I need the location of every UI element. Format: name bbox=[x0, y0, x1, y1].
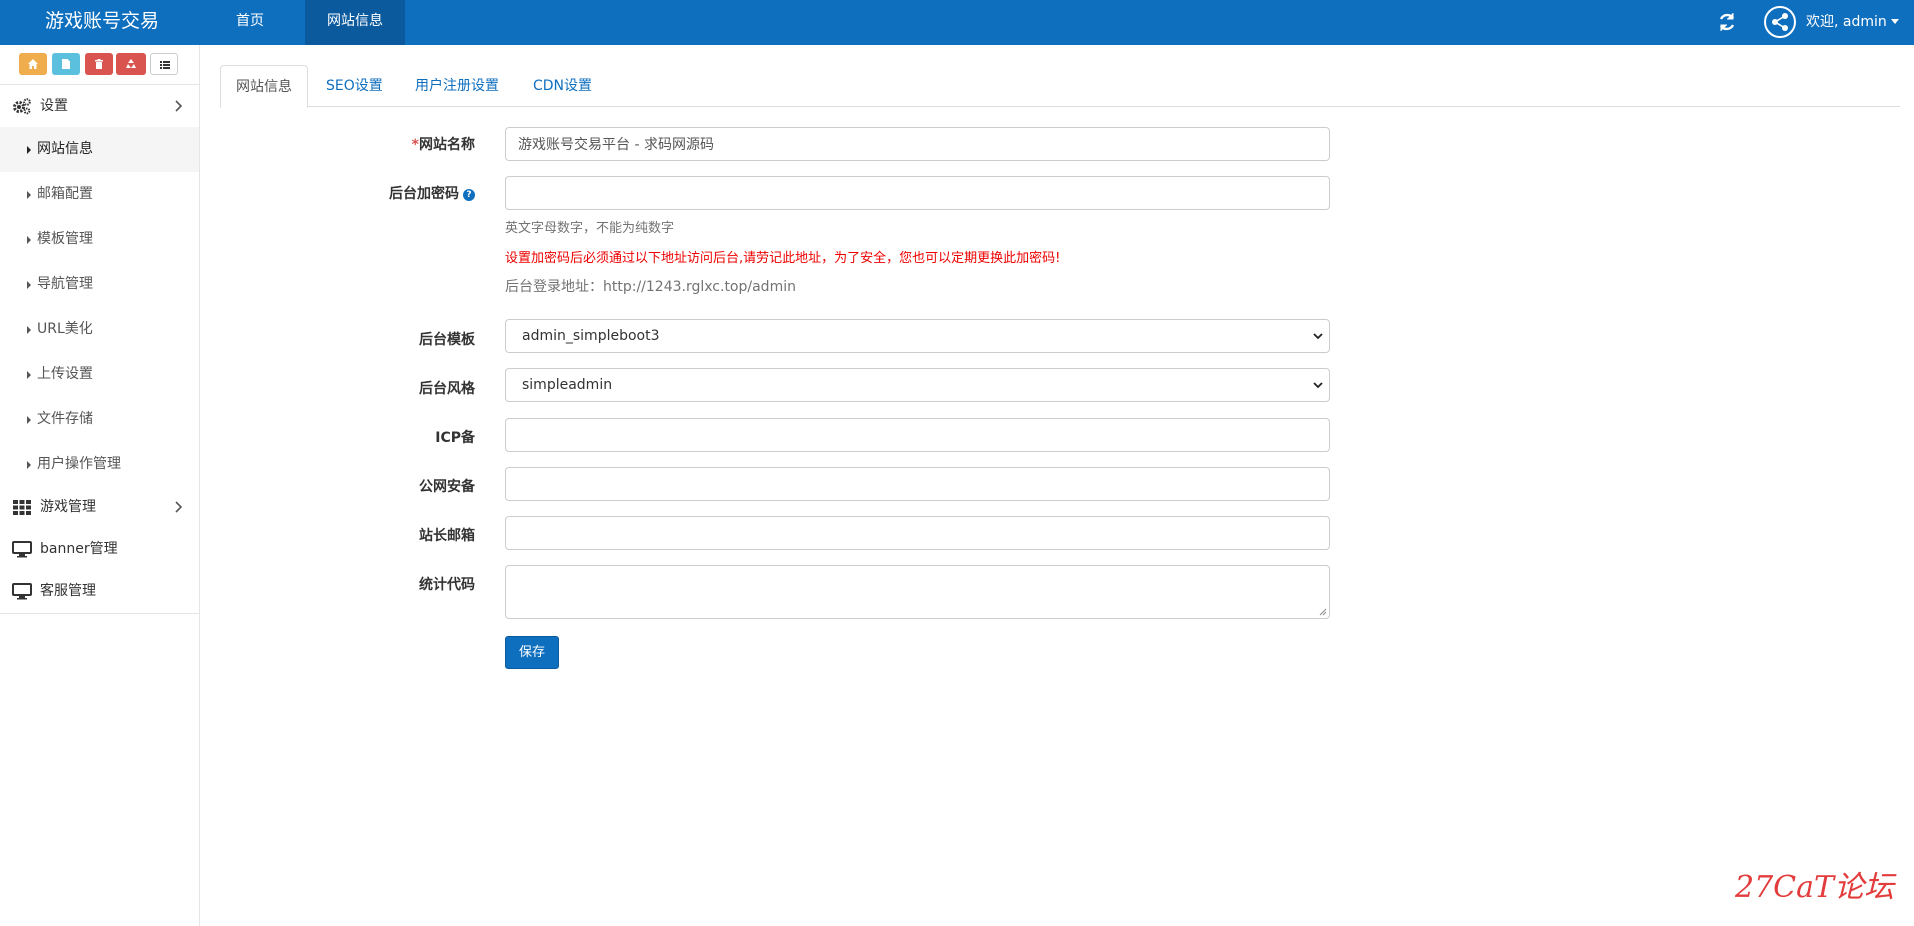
icp-input[interactable] bbox=[505, 418, 1330, 452]
shortcut-list-button[interactable] bbox=[150, 53, 178, 75]
tab-site-info[interactable]: 网站信息 bbox=[220, 65, 308, 108]
tab-bar: 网站信息 SEO设置 用户注册设置 CDN设置 bbox=[220, 65, 1900, 108]
admin-theme-value: admin_simpleboot3 bbox=[522, 328, 660, 344]
tab-user-register[interactable]: 用户注册设置 bbox=[400, 65, 514, 107]
share-network-icon bbox=[1772, 13, 1788, 31]
admin-password-label: 后台加密码? bbox=[389, 183, 475, 203]
shortcut-trash-button[interactable] bbox=[85, 53, 113, 75]
sidebar-group-service[interactable]: 客服管理 bbox=[0, 571, 199, 611]
admin-password-label-text: 后台加密码 bbox=[389, 186, 459, 202]
sidebar-item-url-rewrite[interactable]: URL美化 bbox=[0, 307, 199, 352]
caret-right-icon bbox=[27, 281, 31, 289]
sidebar-group-label: 游戏管理 bbox=[40, 499, 96, 515]
shortcut-recycle-button[interactable] bbox=[116, 53, 146, 75]
password-warning-text: 设置加密码后必须通过以下地址访问后台,请劳记此地址，为了安全，您也可以定期更换此… bbox=[505, 251, 1061, 266]
refresh-icon[interactable] bbox=[1715, 10, 1739, 34]
chevron-right-icon bbox=[175, 501, 183, 513]
caret-right-icon bbox=[27, 191, 31, 199]
caret-right-icon bbox=[27, 461, 31, 469]
sidebar-item-label: 网站信息 bbox=[37, 141, 93, 157]
save-button[interactable]: 保存 bbox=[505, 636, 559, 669]
list-icon bbox=[160, 61, 170, 69]
admin-password-input[interactable] bbox=[505, 176, 1330, 210]
police-record-input[interactable] bbox=[505, 467, 1330, 501]
icp-label: ICP备 bbox=[435, 430, 475, 446]
cogs-icon bbox=[13, 98, 31, 115]
welcome-text: 欢迎, admin bbox=[1806, 14, 1887, 30]
police-record-label: 公网安备 bbox=[419, 479, 475, 495]
sidebar-item-mail-config[interactable]: 邮箱配置 bbox=[0, 172, 199, 217]
sidebar-item-upload[interactable]: 上传设置 bbox=[0, 352, 199, 397]
avatar[interactable] bbox=[1764, 6, 1796, 38]
sidebar-item-site-info[interactable]: 网站信息 bbox=[0, 127, 199, 172]
sidebar-item-storage[interactable]: 文件存储 bbox=[0, 397, 199, 442]
file-icon bbox=[62, 59, 70, 69]
sidebar-item-label: 文件存储 bbox=[37, 411, 93, 427]
password-help-text: 英文字母数字，不能为纯数字 bbox=[505, 221, 675, 236]
sidebar-item-label: 用户操作管理 bbox=[37, 456, 121, 472]
shortcut-home-button[interactable] bbox=[19, 53, 47, 75]
admin-style-label: 后台风格 bbox=[419, 381, 475, 397]
stats-code-label: 统计代码 bbox=[419, 577, 475, 593]
sidebar-group-banner[interactable]: banner管理 bbox=[0, 529, 199, 569]
tab-seo[interactable]: SEO设置 bbox=[311, 65, 398, 107]
home-icon bbox=[28, 59, 38, 69]
caret-right-icon bbox=[27, 146, 31, 154]
brand-title[interactable]: 游戏账号交易 bbox=[45, 0, 159, 45]
admin-login-url: 后台登录地址：http://1243.rglxc.top/admin bbox=[505, 279, 796, 295]
sidebar-group-label: 设置 bbox=[40, 98, 68, 114]
sidebar-group-label: 客服管理 bbox=[40, 583, 96, 599]
user-menu[interactable]: 欢迎, admin bbox=[1806, 0, 1899, 45]
admin-theme-select[interactable]: admin_simpleboot3 bbox=[505, 319, 1330, 353]
sidebar-item-label: URL美化 bbox=[37, 321, 93, 337]
sidebar-group-games[interactable]: 游戏管理 bbox=[0, 487, 199, 527]
chevron-down-icon bbox=[1313, 333, 1323, 340]
sidebar-group-label: banner管理 bbox=[40, 541, 118, 557]
desktop-icon bbox=[12, 541, 32, 558]
site-name-input[interactable] bbox=[505, 127, 1330, 161]
shortcut-file-button[interactable] bbox=[52, 53, 80, 75]
site-name-label: *网站名称 bbox=[412, 134, 475, 154]
nav-home[interactable]: 首页 bbox=[220, 0, 280, 45]
sidebar-item-navigation[interactable]: 导航管理 bbox=[0, 262, 199, 307]
sidebar: 设置 网站信息 邮箱配置 模板管理 导航管理 URL美化 上传设置 文件存储 用… bbox=[0, 45, 200, 926]
chevron-down-icon bbox=[1313, 382, 1323, 389]
desktop-icon bbox=[12, 583, 32, 600]
admin-style-select[interactable]: simpleadmin bbox=[505, 368, 1330, 402]
chevron-right-icon bbox=[175, 100, 183, 112]
sidebar-shortcuts bbox=[0, 45, 199, 85]
resize-grip-icon[interactable] bbox=[1319, 608, 1327, 616]
webmaster-email-input[interactable] bbox=[505, 516, 1330, 550]
question-circle-icon[interactable]: ? bbox=[463, 189, 475, 201]
recycle-icon bbox=[126, 59, 136, 68]
sidebar-item-label: 导航管理 bbox=[37, 276, 93, 292]
admin-style-value: simpleadmin bbox=[522, 377, 613, 393]
stats-code-textarea[interactable] bbox=[505, 565, 1330, 619]
caret-down-icon bbox=[1890, 19, 1899, 24]
caret-right-icon bbox=[27, 371, 31, 379]
caret-right-icon bbox=[27, 416, 31, 424]
sidebar-item-user-actions[interactable]: 用户操作管理 bbox=[0, 442, 199, 487]
admin-theme-label: 后台模板 bbox=[419, 332, 475, 348]
sidebar-item-template[interactable]: 模板管理 bbox=[0, 217, 199, 262]
sidebar-item-label: 模板管理 bbox=[37, 231, 93, 247]
site-name-label-text: 网站名称 bbox=[419, 137, 475, 153]
sidebar-divider bbox=[0, 613, 199, 614]
sidebar-group-settings[interactable]: 设置 bbox=[0, 86, 199, 126]
grid-icon bbox=[13, 500, 31, 515]
webmaster-email-label: 站长邮箱 bbox=[419, 528, 475, 544]
caret-right-icon bbox=[27, 236, 31, 244]
required-mark: * bbox=[411, 137, 419, 153]
sidebar-item-label: 邮箱配置 bbox=[37, 186, 93, 202]
caret-right-icon bbox=[27, 326, 31, 334]
nav-site-info[interactable]: 网站信息 bbox=[305, 0, 405, 45]
trash-icon bbox=[95, 59, 103, 69]
sidebar-item-label: 上传设置 bbox=[37, 366, 93, 382]
watermark-logo: 27CaT论坛 bbox=[1735, 870, 1895, 905]
tab-cdn[interactable]: CDN设置 bbox=[518, 65, 607, 107]
top-navbar: 游戏账号交易 首页 网站信息 欢迎, admin bbox=[0, 0, 1914, 45]
